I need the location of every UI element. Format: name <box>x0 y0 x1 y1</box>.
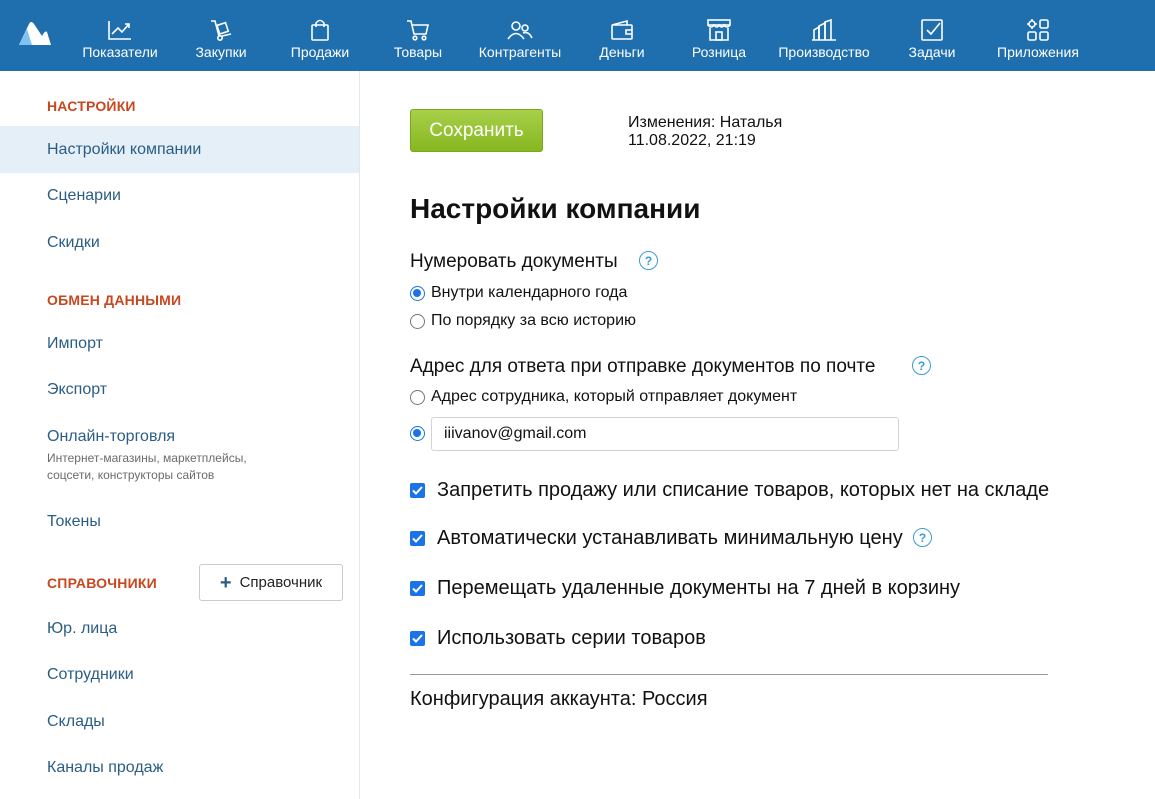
nav-label: Деньги <box>599 44 645 60</box>
nav-label: Закупки <box>195 44 247 60</box>
radio-button[interactable] <box>410 285 425 301</box>
sidebar-item-company-settings[interactable]: Настройки компании <box>47 141 201 159</box>
checkbox-row-auto-min-price[interactable]: Автоматически устанавливать минимальную … <box>410 527 903 550</box>
radio-label: Внутри календарного года <box>431 284 628 301</box>
nav-counterparties[interactable]: Контрагенты <box>478 0 562 71</box>
nav-products[interactable]: Товары <box>390 0 446 71</box>
checkbox[interactable] <box>410 631 425 646</box>
nav-label: Розница <box>691 44 747 60</box>
sidebar-item-scenarios[interactable]: Сценарии <box>47 187 121 205</box>
help-icon[interactable]: ? <box>639 251 658 270</box>
checkbox-label: Использовать серии товаров <box>437 627 706 649</box>
numbering-option-all-history[interactable]: По порядку за всю историю <box>410 312 636 330</box>
sidebar-item-online-trade-description: Интернет-магазины, маркетплейсы, соцсети… <box>47 451 247 482</box>
checkmark-icon <box>412 634 423 643</box>
sidebar-item-tokens[interactable]: Токены <box>47 513 101 531</box>
divider <box>410 674 1048 675</box>
sidebar-section-header-data-exchange: ОБМЕН ДАННЫМИ <box>47 292 182 308</box>
plus-icon: + <box>219 571 232 594</box>
help-icon[interactable]: ? <box>912 356 931 375</box>
sidebar-section-header-directories: СПРАВОЧНИКИ <box>47 575 157 591</box>
last-changes-author: Изменения: Наталья <box>628 114 783 131</box>
sidebar-item-export[interactable]: Экспорт <box>47 381 107 399</box>
users-icon <box>506 18 534 42</box>
sidebar-item-employees[interactable]: Сотрудники <box>47 666 134 684</box>
sidebar: НАСТРОЙКИ Настройки компании Сценарии Ск… <box>0 71 360 799</box>
reply-address-option-custom[interactable] <box>410 426 431 441</box>
checkbox-label: Запретить продажу или списание товаров, … <box>437 479 1050 501</box>
nav-label: Показатели <box>82 44 158 60</box>
numbering-option-calendar-year[interactable]: Внутри календарного года <box>410 284 627 302</box>
sidebar-item-warehouses[interactable]: Склады <box>47 713 105 731</box>
nav-money[interactable]: Деньги <box>596 0 648 71</box>
sidebar-item-import[interactable]: Импорт <box>47 335 103 353</box>
sidebar-item-legal-entities[interactable]: Юр. лица <box>47 620 117 638</box>
nav-production[interactable]: Производство <box>778 0 870 71</box>
sidebar-item-online-trade[interactable]: Онлайн-торговля <box>47 428 175 446</box>
sidebar-item-discounts[interactable]: Скидки <box>47 234 100 252</box>
radio-button[interactable] <box>410 313 425 329</box>
sidebar-item-sales-channels[interactable]: Каналы продаж <box>47 759 163 777</box>
checkbox-task-icon <box>920 18 944 42</box>
account-configuration: Конфигурация аккаунта: Россия <box>410 688 708 710</box>
add-directory-button[interactable]: + Справочник <box>199 564 343 601</box>
wallet-icon <box>609 18 635 42</box>
top-navigation: Показатели Закупки Продажи Товары Контра… <box>0 0 1155 71</box>
cart-icon <box>405 18 431 42</box>
factory-icon <box>811 18 837 42</box>
save-button[interactable]: Сохранить <box>410 109 543 152</box>
apps-grid-icon <box>1025 18 1051 42</box>
dolly-cart-icon <box>208 18 234 42</box>
checkbox-label: Перемещать удаленные документы на 7 дней… <box>437 577 961 599</box>
nav-label: Приложения <box>997 44 1079 60</box>
nav-purchases[interactable]: Закупки <box>190 0 252 71</box>
help-icon[interactable]: ? <box>913 528 932 547</box>
nav-tasks[interactable]: Задачи <box>906 0 958 71</box>
reply-address-label: Адрес для ответа при отправке документов… <box>410 356 876 377</box>
nav-apps[interactable]: Приложения <box>996 0 1080 71</box>
chart-line-icon <box>107 18 133 42</box>
checkbox-row-forbid-out-of-stock[interactable]: Запретить продажу или списание товаров, … <box>410 479 1049 502</box>
checkbox-row-product-series[interactable]: Использовать серии товаров <box>410 627 706 650</box>
nav-retail[interactable]: Розница <box>690 0 748 71</box>
checkbox[interactable] <box>410 483 425 498</box>
radio-label: Адрес сотрудника, который отправляет док… <box>431 388 798 405</box>
nav-indicators[interactable]: Показатели <box>82 0 158 71</box>
logo-icon[interactable] <box>18 20 52 46</box>
nav-label: Контрагенты <box>478 44 562 60</box>
numbering-label: Нумеровать документы <box>410 251 618 272</box>
checkbox-label: Автоматически устанавливать минимальную … <box>437 527 903 549</box>
page-title: Настройки компании <box>410 193 701 224</box>
sidebar-section-header-settings: НАСТРОЙКИ <box>47 98 136 114</box>
radio-button[interactable] <box>410 389 425 405</box>
nav-label: Задачи <box>908 44 956 60</box>
checkmark-icon <box>412 534 423 543</box>
nav-label: Товары <box>393 44 443 60</box>
reply-address-option-employee[interactable]: Адрес сотрудника, который отправляет док… <box>410 388 797 406</box>
radio-button[interactable] <box>410 426 425 441</box>
last-changes-date: 11.08.2022, 21:19 <box>628 132 756 149</box>
add-directory-label: Справочник <box>239 574 323 591</box>
radio-label: По порядку за всю историю <box>431 312 637 329</box>
nav-label: Производство <box>778 44 870 60</box>
nav-sales[interactable]: Продажи <box>288 0 352 71</box>
checkbox[interactable] <box>410 581 425 596</box>
checkmark-icon <box>412 486 423 495</box>
checkbox-row-trash-7-days[interactable]: Перемещать удаленные документы на 7 дней… <box>410 577 960 600</box>
store-icon <box>706 18 732 42</box>
reply-email-input[interactable] <box>431 417 899 451</box>
shopping-bag-icon <box>309 18 331 42</box>
checkbox[interactable] <box>410 531 425 546</box>
checkmark-icon <box>412 584 423 593</box>
nav-label: Продажи <box>290 44 350 60</box>
last-changes-info: Изменения: Наталья 11.08.2022, 21:19 <box>628 114 782 150</box>
